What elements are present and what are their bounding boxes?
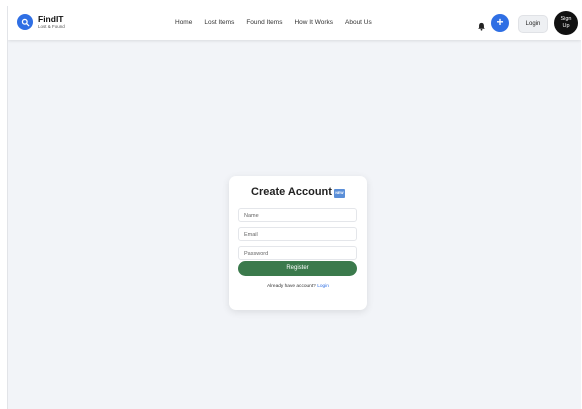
brand-subtitle: Lost & Found [38, 23, 65, 29]
nav-link-how-it-works[interactable]: How It Works [294, 19, 333, 26]
brand-name: FindIT [38, 14, 64, 24]
email-field[interactable]: Email [238, 227, 357, 241]
signup-label-line2: Up [562, 23, 570, 29]
nav-link-home[interactable]: Home [175, 19, 192, 26]
password-field[interactable]: Password [238, 246, 357, 260]
signup-label-line1: Sign [560, 16, 572, 22]
register-card: Create Account NEW Name Email Password Re… [229, 176, 367, 310]
login-prompt: Already have account? Login [229, 284, 367, 289]
login-button[interactable]: Login [518, 15, 548, 33]
add-item-button[interactable]: + [491, 14, 509, 32]
card-title-text: Create Account [251, 186, 332, 198]
search-icon [17, 14, 33, 30]
app-frame: FindIT Lost & Found Home Lost Items Foun… [7, 6, 581, 409]
name-field[interactable]: Name [238, 208, 357, 222]
brand-text: FindIT Lost & Found [38, 15, 65, 29]
nav-link-found-items[interactable]: Found Items [246, 19, 282, 26]
nav-link-lost-items[interactable]: Lost Items [204, 19, 234, 26]
brand[interactable]: FindIT Lost & Found [17, 14, 65, 30]
signup-button[interactable]: Sign Up [554, 11, 578, 35]
nav-links: Home Lost Items Found Items How It Works… [175, 19, 384, 26]
top-navbar: FindIT Lost & Found Home Lost Items Foun… [8, 6, 581, 40]
card-title: Create Account NEW [229, 186, 367, 198]
login-prompt-text: Already have account? [267, 284, 316, 289]
login-link[interactable]: Login [317, 284, 329, 289]
nav-link-about-us[interactable]: About Us [345, 19, 372, 26]
register-button[interactable]: Register [238, 261, 357, 276]
bell-icon[interactable] [477, 18, 486, 31]
new-badge-icon: NEW [333, 189, 345, 198]
